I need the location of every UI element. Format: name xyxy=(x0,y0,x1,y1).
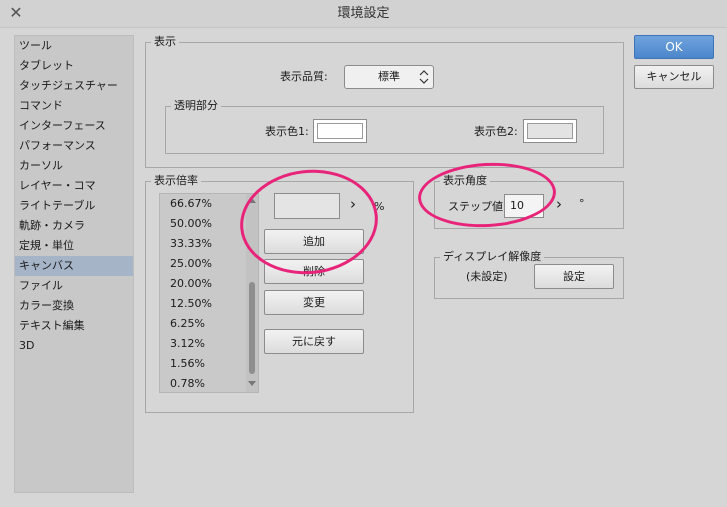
list-item[interactable]: 3.12% xyxy=(160,334,242,354)
color1-label: 表示色1: xyxy=(265,125,309,138)
step-arrow-icon[interactable]: › xyxy=(556,197,562,212)
sidebar-item-3d[interactable]: 3D xyxy=(15,336,133,356)
step-label: ステップ値: xyxy=(448,200,507,213)
sidebar-item-camera[interactable]: 軌跡・カメラ xyxy=(15,216,133,236)
list-item[interactable]: 12.50% xyxy=(160,294,242,314)
color1-fill xyxy=(317,123,363,139)
sidebar-item-cursor[interactable]: カーソル xyxy=(15,156,133,176)
color2-swatch[interactable] xyxy=(523,119,577,143)
sidebar-item-tablet[interactable]: タブレット xyxy=(15,56,133,76)
scroll-up-icon[interactable] xyxy=(248,197,256,203)
scroll-down-icon[interactable] xyxy=(248,381,256,387)
display-quality-select[interactable]: 標準 xyxy=(344,65,434,89)
category-sidebar: ツール タブレット タッチジェスチャー コマンド インターフェース パフォーマン… xyxy=(14,35,134,493)
chevron-updown-icon xyxy=(419,70,429,84)
delete-button[interactable]: 削除 xyxy=(264,259,364,284)
sidebar-item-file[interactable]: ファイル xyxy=(15,276,133,296)
list-item[interactable]: 50.00% xyxy=(160,214,242,234)
sidebar-item-lighttable[interactable]: ライトテーブル xyxy=(15,196,133,216)
list-item[interactable]: 33.33% xyxy=(160,234,242,254)
display-quality-value: 標準 xyxy=(378,70,400,83)
color2-fill xyxy=(527,123,573,139)
sidebar-item-ruler[interactable]: 定規・単位 xyxy=(15,236,133,256)
list-item[interactable]: 25.00% xyxy=(160,254,242,274)
list-item[interactable]: 0.78% xyxy=(160,374,242,394)
change-button[interactable]: 変更 xyxy=(264,290,364,315)
resolution-status: (未設定) xyxy=(466,270,508,283)
sidebar-item-performance[interactable]: パフォーマンス xyxy=(15,136,133,156)
step-input[interactable]: 10 xyxy=(504,194,544,218)
sidebar-item-touch[interactable]: タッチジェスチャー xyxy=(15,76,133,96)
list-item[interactable]: 66.67% xyxy=(160,194,242,214)
zoom-list[interactable]: 66.67% 50.00% 33.33% 25.00% 20.00% 12.50… xyxy=(159,193,259,393)
zoom-arrow-icon[interactable]: › xyxy=(350,197,356,212)
list-item[interactable]: 20.00% xyxy=(160,274,242,294)
window-title: 環境設定 xyxy=(337,6,390,21)
display-group-label: 表示 xyxy=(151,35,179,49)
zoom-value-input[interactable] xyxy=(274,193,340,219)
sidebar-item-layer[interactable]: レイヤー・コマ xyxy=(15,176,133,196)
add-button[interactable]: 追加 xyxy=(264,229,364,254)
close-icon[interactable]: ✕ xyxy=(6,3,26,23)
transparent-group-label: 透明部分 xyxy=(171,99,221,113)
zoom-group-label: 表示倍率 xyxy=(151,174,201,188)
sidebar-item-interface[interactable]: インターフェース xyxy=(15,116,133,136)
ok-button[interactable]: OK xyxy=(634,35,714,59)
display-quality-label: 表示品質: xyxy=(280,70,328,83)
angle-group-label: 表示角度 xyxy=(440,174,490,188)
color1-swatch[interactable] xyxy=(313,119,367,143)
sidebar-item-canvas[interactable]: キャンバス xyxy=(15,256,133,276)
sidebar-item-tool[interactable]: ツール xyxy=(15,36,133,56)
resolution-group-label: ディスプレイ解像度 xyxy=(440,250,545,264)
list-item[interactable]: 1.56% xyxy=(160,354,242,374)
scroll-thumb[interactable] xyxy=(249,282,255,374)
sidebar-item-command[interactable]: コマンド xyxy=(15,96,133,116)
list-item[interactable]: 6.25% xyxy=(160,314,242,334)
reset-button[interactable]: 元に戻す xyxy=(264,329,364,354)
degree-unit: ° xyxy=(579,197,585,210)
sidebar-item-color[interactable]: カラー変換 xyxy=(15,296,133,316)
sidebar-item-text[interactable]: テキスト編集 xyxy=(15,316,133,336)
resolution-settings-button[interactable]: 設定 xyxy=(534,264,614,289)
color2-label: 表示色2: xyxy=(474,125,518,138)
cancel-button[interactable]: キャンセル xyxy=(634,65,714,89)
zoom-list-scrollbar[interactable] xyxy=(246,194,258,392)
zoom-unit: % xyxy=(374,200,385,213)
